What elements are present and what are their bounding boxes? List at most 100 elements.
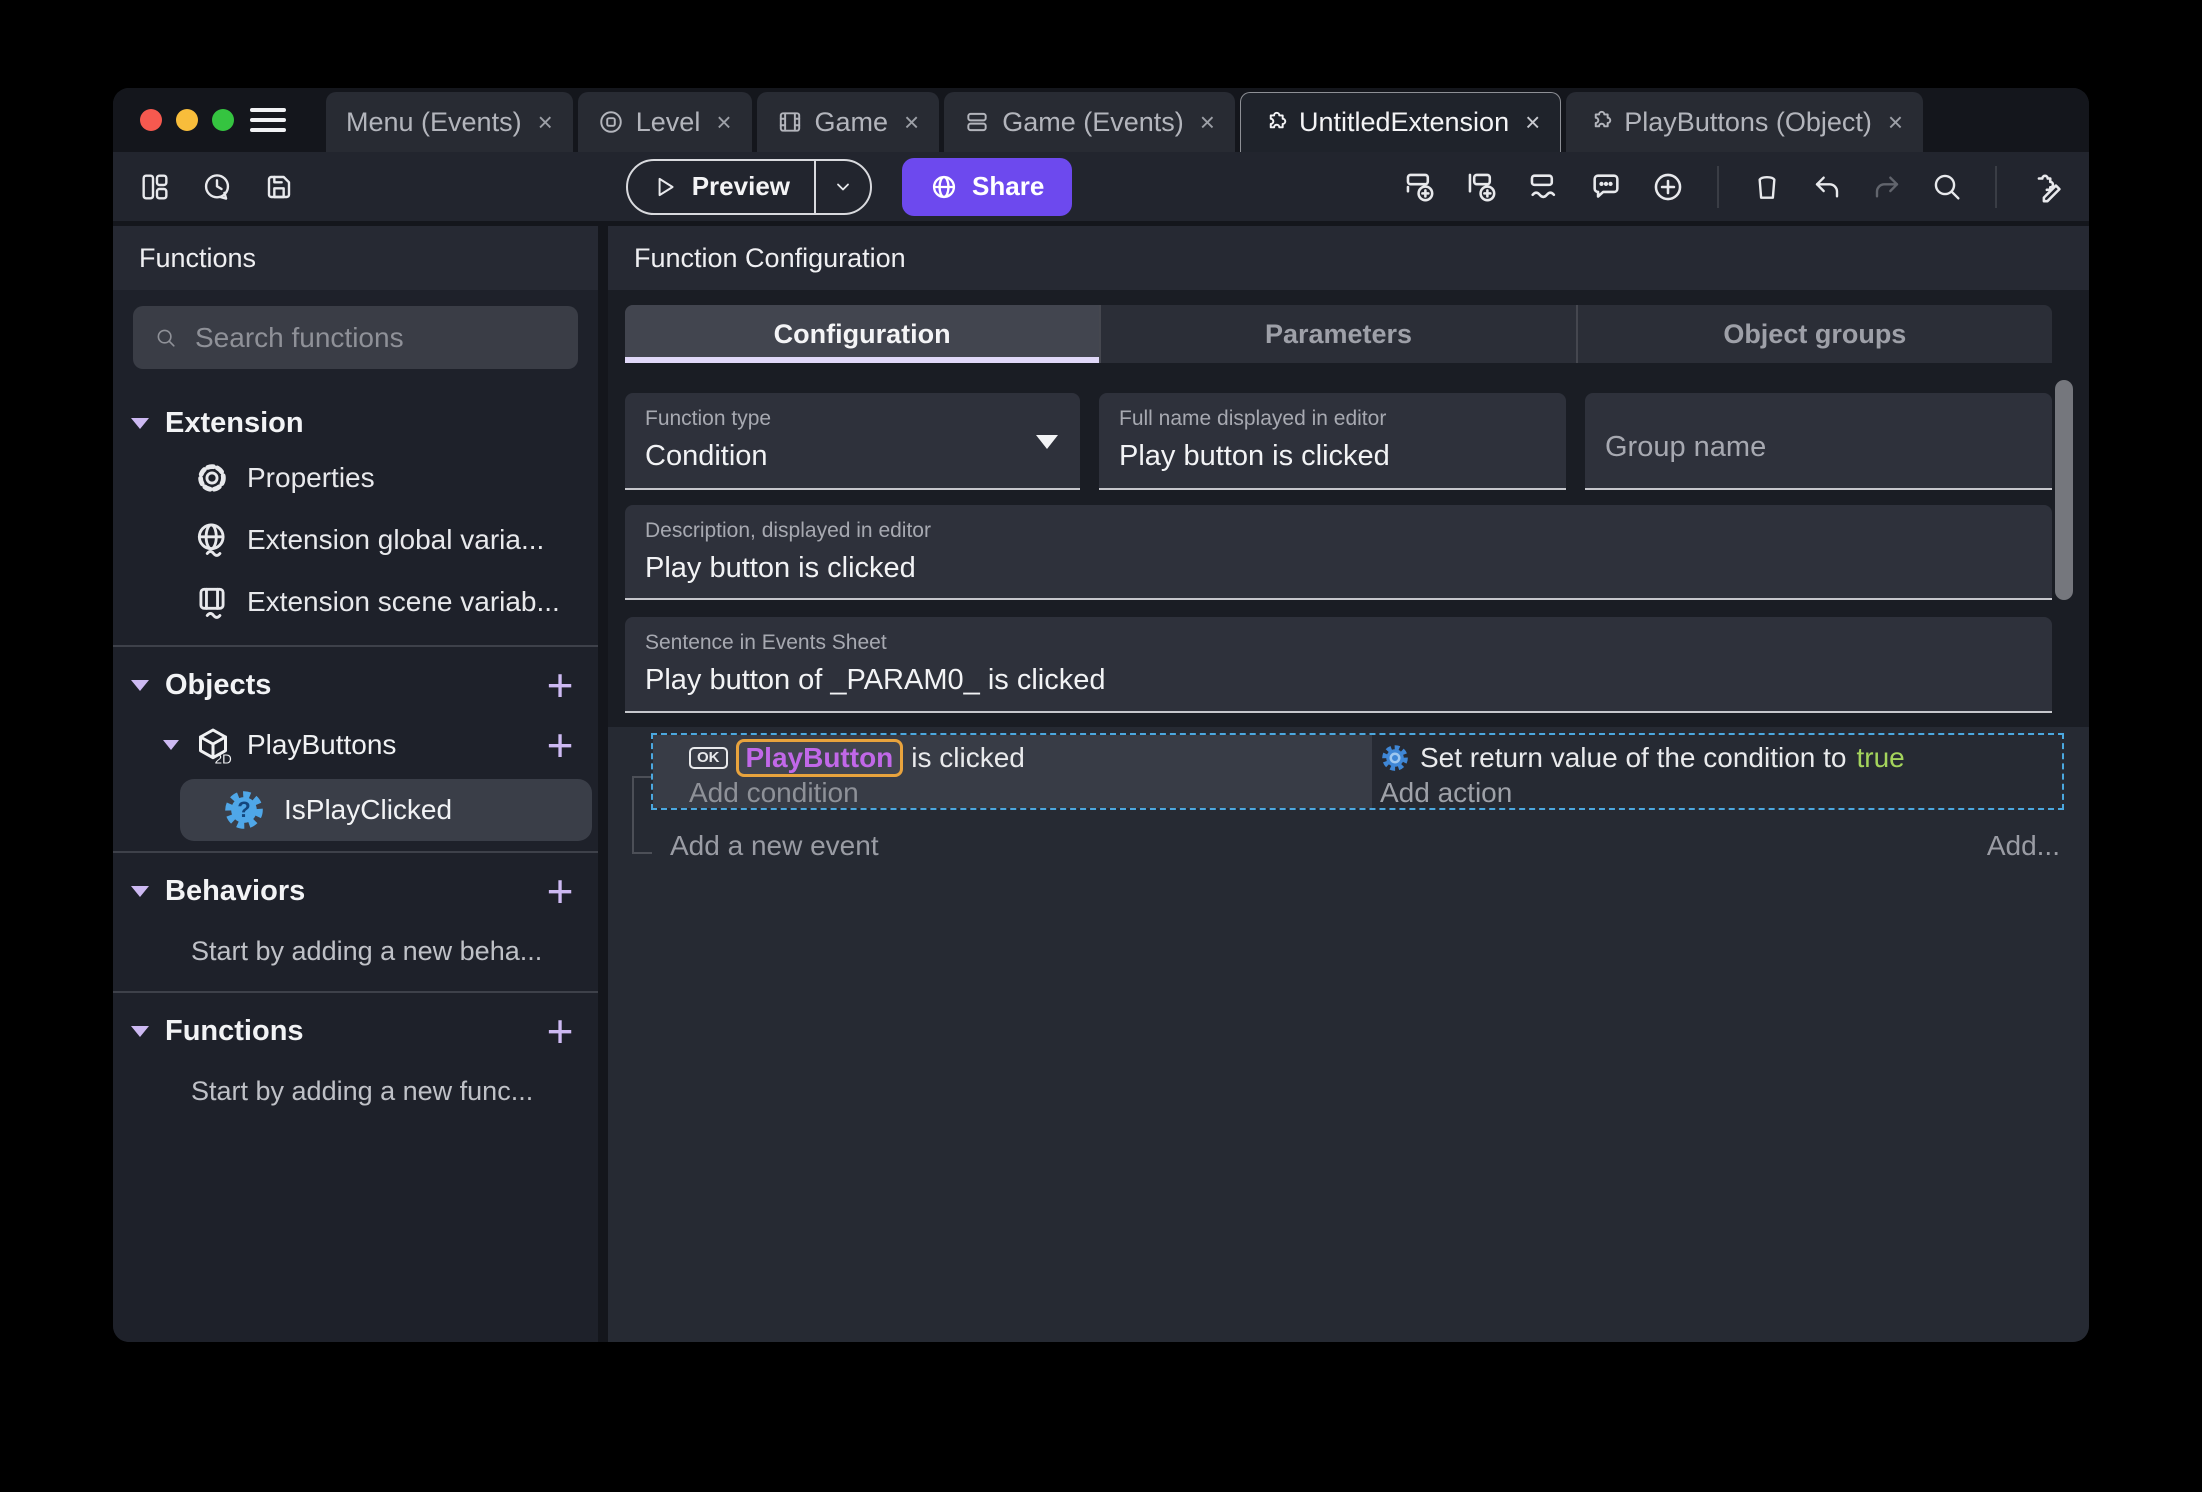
section-behaviors[interactable]: Behaviors + (113, 867, 598, 915)
tab-configuration[interactable]: Configuration (625, 305, 1100, 363)
object-row-playbuttons[interactable]: 2D PlayButtons + (113, 719, 598, 771)
close-window-button[interactable] (140, 109, 162, 131)
section-label: Objects (165, 668, 272, 701)
configuration-tabs: Configuration Parameters Object groups (625, 305, 2052, 363)
configuration-form: Configuration Parameters Object groups F… (608, 290, 2089, 727)
sidebar-item-properties[interactable]: Properties (113, 447, 598, 509)
add-object-function-button[interactable]: + (538, 722, 582, 768)
full-name-field[interactable]: Full name displayed in editor Play butto… (1099, 393, 1566, 490)
close-icon[interactable]: × (904, 107, 919, 138)
puzzle-icon (1595, 110, 1612, 128)
add-behavior-button[interactable]: + (538, 868, 582, 914)
field-value: Play button of _PARAM0_ is clicked (645, 664, 1106, 696)
redo-icon[interactable] (1871, 171, 1903, 203)
chevron-down-icon[interactable] (163, 740, 179, 750)
tab-label: UntitledExtension (1298, 107, 1510, 137)
field-value: Play button is clicked (645, 552, 916, 584)
function-gear-icon: ? (222, 788, 266, 832)
field-label: Full name displayed in editor (1119, 407, 1387, 430)
chevron-down-icon[interactable] (131, 885, 149, 897)
circle-plus-icon[interactable] (1651, 170, 1685, 204)
close-icon[interactable]: × (1888, 107, 1903, 138)
chevron-down-icon (837, 183, 849, 190)
close-icon[interactable]: × (1525, 107, 1540, 138)
preview-button[interactable]: Preview (625, 158, 873, 215)
minimize-window-button[interactable] (176, 109, 198, 131)
tab-level[interactable]: Level × (577, 92, 752, 152)
search-functions-box[interactable] (133, 306, 578, 369)
title-tab-bar: Menu (Events) × Level × Game × Game (Eve… (113, 88, 2089, 152)
group-name-input[interactable] (1605, 431, 2032, 464)
close-icon[interactable]: × (538, 107, 553, 138)
section-label: Extension (165, 406, 304, 439)
tab-untitled-extension[interactable]: UntitledExtension × (1239, 92, 1562, 152)
gear-icon (198, 464, 226, 492)
selected-event[interactable]: OK PlayButton is clicked Add condition S… (651, 733, 2064, 810)
add-object-button[interactable]: + (538, 662, 582, 708)
undo-icon[interactable] (1811, 171, 1843, 203)
section-label: Behaviors (165, 874, 306, 907)
add-button[interactable]: Add... (1987, 827, 2060, 865)
trash-icon[interactable] (1751, 171, 1783, 203)
add-function-button[interactable]: + (538, 1008, 582, 1054)
extension-edit-icon[interactable] (2029, 170, 2063, 204)
add-subevent-icon[interactable] (1465, 170, 1499, 204)
share-button[interactable]: Share (902, 157, 1073, 216)
sidebar-divider (113, 645, 598, 647)
app-window: Menu (Events) × Level × Game × Game (Eve… (113, 88, 2089, 1342)
description-field[interactable]: Description, displayed in editor Play bu… (625, 505, 2052, 600)
add-event-icon[interactable] (1403, 170, 1437, 204)
tab-label: Game (814, 106, 889, 137)
section-functions[interactable]: Functions + (113, 1007, 598, 1055)
preview-main[interactable]: Preview (628, 161, 814, 213)
tab-game-events[interactable]: Game (Events) × (944, 92, 1235, 152)
function-type-select[interactable]: Function type Condition (625, 393, 1080, 490)
preview-label: Preview (691, 171, 791, 201)
chevron-down-icon[interactable] (131, 417, 149, 429)
search-functions-input[interactable] (195, 321, 556, 354)
preview-dropdown-button[interactable] (816, 161, 870, 213)
history-icon[interactable] (201, 171, 233, 203)
tab-playbuttons-object[interactable]: PlayButtons (Object) × (1566, 92, 1924, 152)
section-objects[interactable]: Objects + (113, 661, 598, 709)
menu-icon[interactable] (250, 88, 286, 152)
traffic-lights (140, 88, 234, 152)
action-boolean-value[interactable]: true (1857, 742, 1905, 774)
close-icon[interactable]: × (716, 107, 731, 138)
tab-object-groups[interactable]: Object groups (1575, 305, 2052, 363)
condition-row[interactable]: OK PlayButton is clicked (689, 739, 1372, 777)
search-icon[interactable] (1931, 171, 1963, 203)
tab-game[interactable]: Game × (756, 92, 940, 152)
sidebar-item-label: Properties (247, 462, 375, 493)
section-extension[interactable]: Extension (113, 399, 598, 447)
tab-label: Game (Events) (1002, 106, 1184, 137)
sidebar-item-extension-scene-variables[interactable]: Extension scene variab... (113, 571, 598, 633)
action-row[interactable]: Set return value of the condition to tru… (1380, 740, 2062, 776)
functions-sidebar: Functions Extension Properties Extension… (113, 226, 598, 1342)
object-label: PlayButtons (247, 729, 397, 760)
save-icon[interactable] (263, 171, 295, 203)
close-icon[interactable]: × (1200, 107, 1215, 138)
chevron-down-icon[interactable] (131, 679, 149, 691)
zoom-window-button[interactable] (212, 109, 234, 131)
function-row-isplayclicked[interactable]: ? IsPlayClicked (180, 779, 592, 841)
sidebar-item-extension-global-variables[interactable]: Extension global varia... (113, 509, 598, 571)
add-condition-link[interactable]: Add condition (689, 776, 1372, 810)
comment-icon[interactable] (1589, 170, 1623, 204)
add-action-link[interactable]: Add action (1380, 776, 2062, 810)
condition-text: is clicked (911, 742, 1025, 773)
field-label: Function type (645, 407, 772, 430)
tab-parameters[interactable]: Parameters (1099, 305, 1575, 363)
project-manager-icon[interactable] (139, 171, 171, 203)
chevron-down-icon[interactable] (131, 1025, 149, 1037)
add-other-event-icon[interactable] (1527, 170, 1561, 204)
vertical-scrollbar[interactable] (2055, 380, 2073, 600)
condition-object-name[interactable]: PlayButton (735, 739, 904, 777)
tab-menu-events[interactable]: Menu (Events) × (326, 92, 573, 152)
field-label: Description, displayed in editor (645, 519, 931, 542)
sidebar-item-label: Extension scene variab... (247, 586, 560, 617)
sentence-field[interactable]: Sentence in Events Sheet Play button of … (625, 617, 2052, 713)
add-new-event-link[interactable]: Add a new event (670, 827, 879, 865)
toolbar-divider (1717, 165, 1719, 208)
group-name-field[interactable] (1585, 393, 2052, 490)
